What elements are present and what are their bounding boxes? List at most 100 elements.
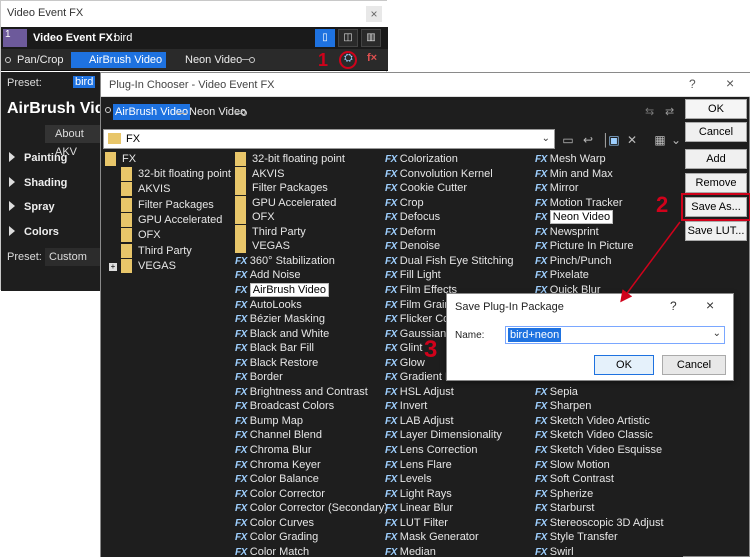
folder-item[interactable]: OFX xyxy=(235,210,275,225)
fx-item[interactable]: FX HSL Adjust xyxy=(385,385,454,399)
fx-item[interactable]: FX Lens Flare xyxy=(385,458,452,472)
fx-item[interactable]: FX Color Corrector xyxy=(235,487,325,501)
fx-item[interactable]: FX Colorization xyxy=(385,152,458,166)
close-icon[interactable]: × xyxy=(706,297,714,313)
fx-item[interactable]: FX Swirl xyxy=(535,545,574,557)
fx-item[interactable]: FX Soft Contrast xyxy=(535,472,614,486)
fx-item[interactable]: FX Mirror xyxy=(535,181,579,195)
preset-dropdown[interactable]: Custom xyxy=(45,248,101,266)
fx-item[interactable]: FX Defocus xyxy=(385,210,440,224)
fx-item[interactable]: FX Color Corrector (Secondary) xyxy=(235,501,388,515)
fx-item[interactable]: FX Black Restore xyxy=(235,356,318,370)
fx-item[interactable]: FX Chroma Blur xyxy=(235,443,312,457)
fx-item[interactable]: FX Convolution Kernel xyxy=(385,167,493,181)
fx-item[interactable]: FX Picture In Picture xyxy=(535,239,634,253)
folder-item[interactable]: AKVIS xyxy=(235,166,284,181)
fx-item[interactable]: FX Spherize xyxy=(535,487,593,501)
fx-item[interactable]: FX Channel Blend xyxy=(235,428,322,442)
fx-item[interactable]: FX Lens Correction xyxy=(385,443,477,457)
fx-item[interactable]: FX Color Grading xyxy=(235,530,318,544)
chain-item-pan-crop[interactable]: Pan/Crop xyxy=(13,52,67,68)
add-button[interactable]: Add xyxy=(685,149,747,169)
fx-item[interactable]: FX Sketch Video Classic xyxy=(535,428,653,442)
fx-item[interactable]: FX Sepia xyxy=(535,385,578,399)
fx-item[interactable]: FX Mesh Warp xyxy=(535,152,606,166)
triple-view-icon[interactable]: ▥ xyxy=(361,29,381,47)
section-shading[interactable]: Shading xyxy=(9,177,67,189)
fx-item[interactable]: FX LAB Adjust xyxy=(385,414,454,428)
tree-folder-fx[interactable]: FX xyxy=(105,152,136,166)
section-colors[interactable]: Colors xyxy=(9,226,59,238)
tree-folder-vegas[interactable]: VEGAS xyxy=(121,259,176,273)
move-left-icon[interactable]: ⇆ xyxy=(645,105,654,118)
tree-folder[interactable]: Filter Packages xyxy=(121,198,214,212)
help-icon[interactable]: ? xyxy=(670,299,677,313)
fx-item[interactable]: FX Min and Max xyxy=(535,167,613,181)
fx-item[interactable]: FX Mask Generator xyxy=(385,530,479,544)
fx-item[interactable]: FX Slow Motion xyxy=(535,458,610,472)
fx-item[interactable]: FX Stereoscopic 3D Adjust xyxy=(535,516,664,530)
fx-item[interactable]: FX Deform xyxy=(385,225,436,239)
dialog-cancel-button[interactable]: Cancel xyxy=(662,355,726,375)
fx-item[interactable]: FX Brightness and Contrast xyxy=(235,385,368,399)
expand-icon[interactable]: + xyxy=(109,263,117,271)
fx-item[interactable]: FX Border xyxy=(235,370,283,384)
fx-item[interactable]: FX Crop xyxy=(385,196,424,210)
chevron-down-icon[interactable]: ⌄ xyxy=(713,328,721,339)
fx-item[interactable]: FX Neon Video xyxy=(535,210,614,225)
fx-item[interactable]: FX AirBrush Video xyxy=(235,282,329,297)
fx-item[interactable]: FX Newsprint xyxy=(535,225,599,239)
tree-folder[interactable]: 32-bit floating point xyxy=(121,167,231,181)
remove-plugin-icon[interactable]: f× xyxy=(367,52,377,64)
fx-item[interactable]: FX Fill Light xyxy=(385,268,441,282)
fx-item[interactable]: FX Glint xyxy=(385,341,422,355)
tree-folder[interactable]: OFX xyxy=(121,228,161,242)
fx-item[interactable]: FX Denoise xyxy=(385,239,440,253)
fx-item[interactable]: FX Sketch Video Esquisse xyxy=(535,443,662,457)
delete-icon[interactable]: ✕ xyxy=(623,131,641,149)
fx-item[interactable]: FX Black Bar Fill xyxy=(235,341,314,355)
fx-item[interactable]: FX Cookie Cutter xyxy=(385,181,467,195)
help-icon[interactable]: ? xyxy=(689,77,696,91)
path-dropdown[interactable]: FX ⌄ xyxy=(103,129,555,149)
folder-item[interactable]: Third Party xyxy=(235,224,306,239)
fx-item[interactable]: FX Levels xyxy=(385,472,432,486)
fx-item[interactable]: FX Dual Fish Eye Stitching xyxy=(385,254,514,268)
section-painting[interactable]: Painting xyxy=(9,152,67,164)
preset-value[interactable]: bird xyxy=(73,76,96,88)
fx-item[interactable]: FX Chroma Keyer xyxy=(235,458,321,472)
folder-item[interactable]: 32-bit floating point xyxy=(235,152,345,166)
tree-folder[interactable]: AKVIS xyxy=(121,182,170,196)
section-spray[interactable]: Spray xyxy=(9,201,55,213)
chain-item-neon[interactable]: Neon Video xyxy=(169,52,246,68)
fx-item[interactable]: FX LUT Filter xyxy=(385,516,448,530)
fx-item[interactable]: FX Black and White xyxy=(235,327,329,341)
fx-item[interactable]: FX Starburst xyxy=(535,501,594,515)
fx-item[interactable]: FX Bump Map xyxy=(235,414,303,428)
fx-item[interactable]: FX Film Grain xyxy=(385,298,451,312)
fx-item[interactable]: FX Add Noise xyxy=(235,268,301,282)
fx-item[interactable]: FX Color Curves xyxy=(235,516,314,530)
fx-item[interactable]: FX Layer Dimensionality xyxy=(385,428,502,442)
chain-item-airbrush[interactable]: AirBrush Video xyxy=(113,104,191,120)
remove-button[interactable]: Remove xyxy=(685,173,747,193)
back-icon[interactable]: ↩ xyxy=(579,131,597,149)
cancel-button[interactable]: Cancel xyxy=(685,122,747,142)
folder-item[interactable]: VEGAS xyxy=(235,239,290,254)
move-right-icon[interactable]: ⇄ xyxy=(665,105,674,118)
view-options-icon[interactable]: ⌄ xyxy=(667,131,685,149)
fx-item[interactable]: FX Sketch Video Artistic xyxy=(535,414,650,428)
fx-item[interactable]: FX Pixelate xyxy=(535,268,589,282)
tree-folder[interactable]: Third Party xyxy=(121,244,192,258)
fx-item[interactable]: FX Flicker Cor xyxy=(385,312,453,326)
split-view-icon[interactable]: ◫ xyxy=(338,29,358,47)
fx-item[interactable]: FX Light Rays xyxy=(385,487,452,501)
fx-item[interactable]: FX Color Match xyxy=(235,545,309,557)
dialog-ok-button[interactable]: OK xyxy=(594,355,654,375)
save-as-button[interactable]: Save As... xyxy=(685,197,747,217)
fx-item[interactable]: FX Median xyxy=(385,545,436,557)
fx-item[interactable]: FX 360° Stabilization xyxy=(235,254,335,268)
ok-button[interactable]: OK xyxy=(685,99,747,119)
fx-item[interactable]: FX Gradient M xyxy=(385,370,454,384)
about-button[interactable]: About AKV xyxy=(45,125,105,158)
